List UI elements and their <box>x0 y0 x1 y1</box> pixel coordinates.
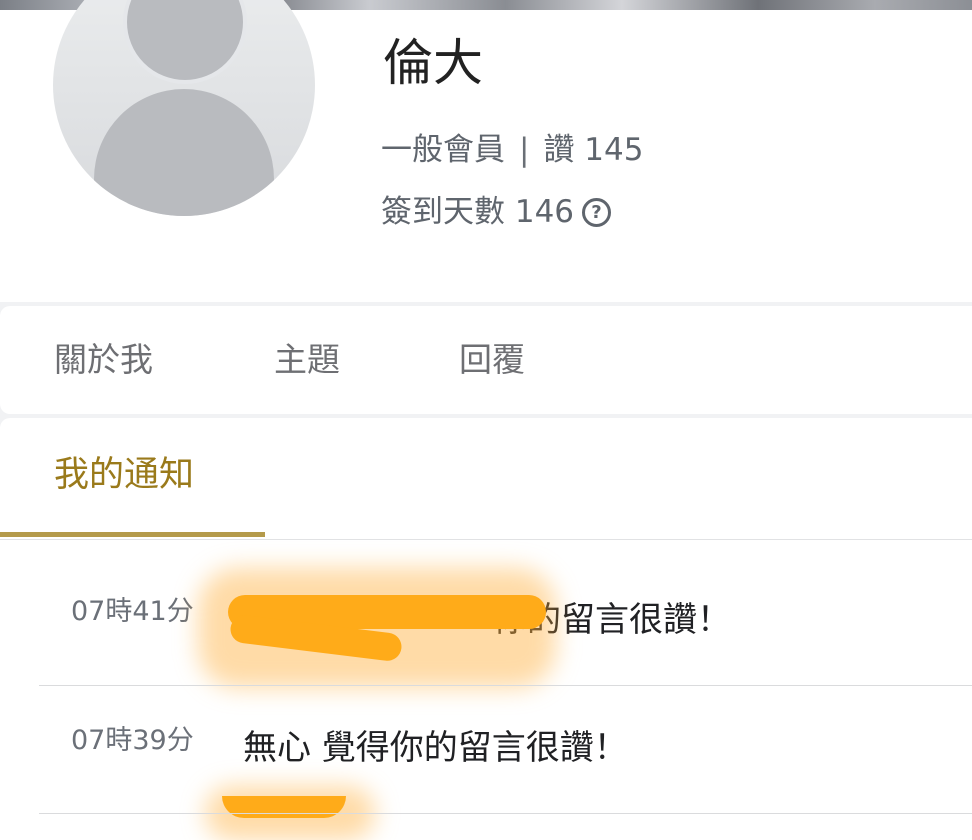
avatar[interactable] <box>53 0 315 216</box>
member-meta: 一般會員 | 讚 145 <box>381 132 643 169</box>
member-role: 一般會員 <box>381 132 505 168</box>
help-circle-icon[interactable]: ? <box>582 198 612 228</box>
redaction-mark <box>222 796 346 818</box>
checkin-label: 簽到天數 146 <box>381 194 575 230</box>
active-tab-indicator <box>0 532 265 537</box>
notification-message: 無心 覺得你的留言很讚！ <box>243 728 628 768</box>
profile-card: 倫大 一般會員 | 讚 145 簽到天數 146 ? <box>0 0 972 302</box>
avatar-head-shape <box>123 0 247 84</box>
profile-tabs: 關於我 主題 回覆 <box>0 306 972 414</box>
notification-item[interactable]: 07時41分 你的留言很讚！ <box>0 540 972 688</box>
tab-topics[interactable]: 主題 <box>274 340 340 380</box>
checkin-days: 簽到天數 146 ? <box>381 194 612 231</box>
row-divider <box>39 813 972 814</box>
notifications-panel: 我的通知 07時41分 你的留言很讚！ 07時39分 無心 覺得你的留言很讚！ <box>0 418 972 840</box>
avatar-body-shape <box>94 89 274 216</box>
tab-about-me[interactable]: 關於我 <box>54 340 153 380</box>
user-name: 倫大 <box>383 34 483 92</box>
notification-item[interactable]: 07時39分 無心 覺得你的留言很讚！ <box>0 686 972 840</box>
notifications-tab-title[interactable]: 我的通知 <box>54 454 194 496</box>
like-count: 讚 145 <box>543 132 644 168</box>
notification-time: 07時39分 <box>71 725 194 756</box>
tab-replies[interactable]: 回覆 <box>459 340 525 380</box>
meta-separator: | <box>519 132 530 168</box>
notification-time: 07時41分 <box>71 596 194 627</box>
